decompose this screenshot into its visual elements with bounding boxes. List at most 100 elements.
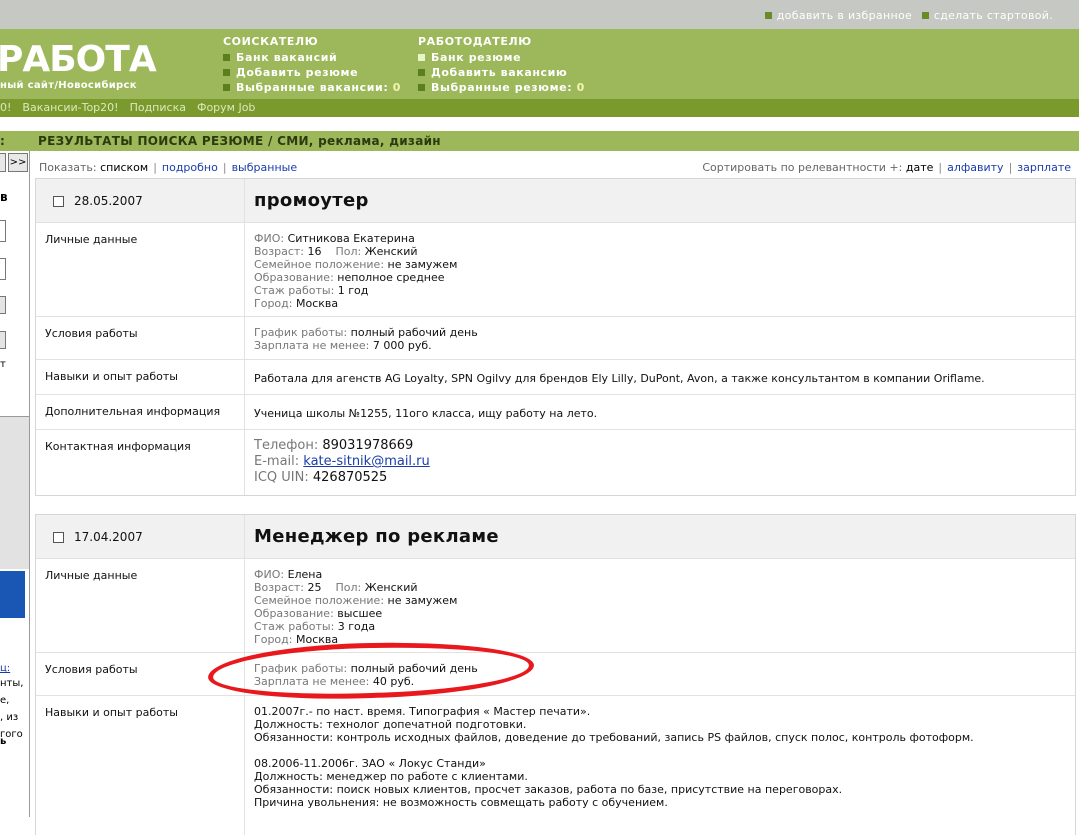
sidebar-select[interactable] (0, 331, 6, 349)
field-experience: 3 года (337, 620, 376, 633)
menu-item-resume-bank[interactable]: Банк резюме (418, 50, 585, 65)
field-key: Возраст: (254, 245, 305, 258)
page-title: РЕЗУЛЬТАТЫ ПОИСКА РЕЗЮМЕ / СМИ, реклама,… (38, 134, 441, 148)
field-marital: не замужем (387, 258, 458, 271)
selected-resumes-count: 0 (576, 81, 585, 94)
resume-select-checkbox[interactable] (53, 532, 64, 543)
separator: | (153, 161, 157, 174)
bullet-icon (418, 54, 425, 61)
make-start-page-link[interactable]: сделать стартовой. (934, 9, 1053, 22)
field-key: E-mail: (254, 454, 300, 469)
field-key: ФИО: (254, 568, 285, 581)
skills-line: Должность: менеджер по работе с клиентам… (254, 770, 528, 783)
field-key: Телефон: (254, 438, 319, 453)
nav-link-vacancies-top20[interactable]: Вакансии-Top20! (22, 101, 118, 114)
menu-item-add-resume[interactable]: Добавить резюме (223, 65, 401, 80)
results-title-bar: : РЕЗУЛЬТАТЫ ПОИСКА РЕЗЮМЕ / СМИ, реклам… (0, 131, 1079, 151)
row-value: 01.2007г.- по наст. время. Типография « … (254, 705, 974, 809)
nav-link-subscription[interactable]: Подписка (130, 101, 186, 114)
view-option-detailed[interactable]: подробно (162, 161, 218, 174)
separator: | (938, 161, 943, 174)
resume-card: 17.04.2007 Менеджер по рекламе Личные да… (35, 514, 1076, 835)
sidebar-fragment: е, (0, 695, 10, 706)
resume-title[interactable]: Менеджер по рекламе (254, 526, 499, 547)
resume-date: 28.05.2007 (74, 194, 143, 208)
title-colon: : (0, 134, 6, 148)
separator: | (222, 161, 227, 174)
view-option-selected[interactable]: выбранные (232, 161, 298, 174)
menu-item-selected-vacancies[interactable]: Выбранные вакансии: 0 (223, 80, 401, 95)
field-key: ФИО: (254, 232, 285, 245)
sidebar-fragment: , из (0, 712, 19, 723)
menu-item-label: Выбранные резюме: (431, 81, 573, 94)
nav-link-forum[interactable]: Форум Job (197, 101, 255, 114)
row-label: Личные данные (45, 569, 138, 582)
sort-option-salary[interactable]: зарплате (1017, 161, 1071, 174)
resume-row-skills: Навыки и опыт работы 01.2007г.- по наст.… (36, 695, 1075, 836)
bullet-icon (223, 84, 230, 91)
applicant-menu: СОИСКАТЕЛЮ Банк вакансий Добавить резюме… (223, 35, 401, 95)
resume-header: 28.05.2007 промоутер (36, 179, 1075, 222)
bullet-icon (223, 69, 230, 76)
view-controls: Показать: списком | подробно | выбранные (39, 161, 297, 174)
skills-line: Причина увольнения: не возможность совме… (254, 796, 668, 809)
resume-row-skills: Навыки и опыт работы Работала для агенст… (36, 359, 1075, 395)
skills-line (254, 744, 974, 757)
resume-select-checkbox[interactable] (53, 196, 64, 207)
skills-line: Обязанности: поиск новых клиентов, просч… (254, 783, 843, 796)
sidebar-blue-block[interactable] (0, 571, 25, 618)
skills-line: 08.2006-11.2006г. ЗАО « Локус Станди» (254, 757, 486, 770)
menu-item-label: Выбранные вакансии: (236, 81, 389, 94)
row-value: ФИО: Ситникова Екатерина Возраст: 16 Пол… (254, 232, 457, 310)
field-marital: не замужем (387, 594, 458, 607)
field-key: Город: (254, 297, 293, 310)
row-label: Дополнительная информация (45, 405, 221, 418)
nav-bar: 0! Вакансии-Top20! Подписка Форум Job (0, 99, 1079, 117)
sidebar-link[interactable]: ц: (0, 662, 10, 675)
sidebar-input[interactable] (0, 220, 6, 242)
skills-line: Должность: технолог допечатной подготовк… (254, 718, 527, 731)
field-experience: 1 год (337, 284, 369, 297)
field-key: Образование: (254, 271, 334, 284)
sort-option-alphabet[interactable]: алфавиту (947, 161, 1003, 174)
row-label: Навыки и опыт работы (45, 370, 178, 383)
email-link[interactable]: kate-sitnik@mail.ru (303, 454, 429, 469)
applicant-menu-heading: СОИСКАТЕЛЮ (223, 35, 319, 48)
top-links: добавить в избранное сделать стартовой. (759, 9, 1053, 22)
next-button[interactable]: >> (8, 153, 28, 172)
site-logo[interactable]: РАБОТА (0, 39, 157, 80)
row-label: Контактная информация (45, 440, 191, 453)
field-key: Возраст: (254, 581, 305, 594)
sort-option-date: дате (905, 161, 934, 174)
resume-header: 17.04.2007 Менеджер по рекламе (36, 515, 1075, 558)
resume-title[interactable]: промоутер (254, 190, 369, 211)
field-key: Семейное положение: (254, 594, 385, 607)
site-header: РАБОТА ный сайт/Новосибирск СОИСКАТЕЛЮ Б… (0, 29, 1079, 99)
add-favorites-link[interactable]: добавить в избранное (777, 9, 912, 22)
skills-line: Обязанности: контроль исходных файлов, д… (254, 731, 974, 744)
field-key: Стаж работы: (254, 284, 335, 297)
nav-link-top20-fragment[interactable]: 0! (0, 101, 11, 114)
sidebar-input[interactable] (0, 258, 6, 280)
bullet-icon (764, 12, 772, 19)
field-key: Зарплата не менее: (254, 339, 370, 352)
field-key: Образование: (254, 607, 334, 620)
menu-item-vacancy-bank[interactable]: Банк вакансий (223, 50, 401, 65)
resume-row-personal: Личные данные ФИО: Елена Возраст: 25 Пол… (36, 558, 1075, 653)
field-key: Пол: (335, 245, 362, 258)
menu-item-add-vacancy[interactable]: Добавить вакансию (418, 65, 585, 80)
field-key: Город: (254, 633, 293, 646)
menu-item-selected-resumes[interactable]: Выбранные резюме: 0 (418, 80, 585, 95)
prev-button[interactable] (0, 153, 6, 172)
spacer (0, 117, 1079, 131)
field-age: 25 (307, 581, 322, 594)
sidebar-fragment: т (0, 359, 6, 370)
sidebar-panel (0, 416, 29, 569)
field-icq: 426870525 (312, 470, 388, 485)
row-value: ФИО: Елена Возраст: 25 Пол: Женский Семе… (254, 568, 457, 646)
field-salary: 7 000 руб. (372, 339, 432, 352)
row-label: Личные данные (45, 233, 138, 246)
sidebar-select[interactable] (0, 296, 6, 314)
field-sex: Женский (364, 581, 418, 594)
field-key: Семейное положение: (254, 258, 385, 271)
